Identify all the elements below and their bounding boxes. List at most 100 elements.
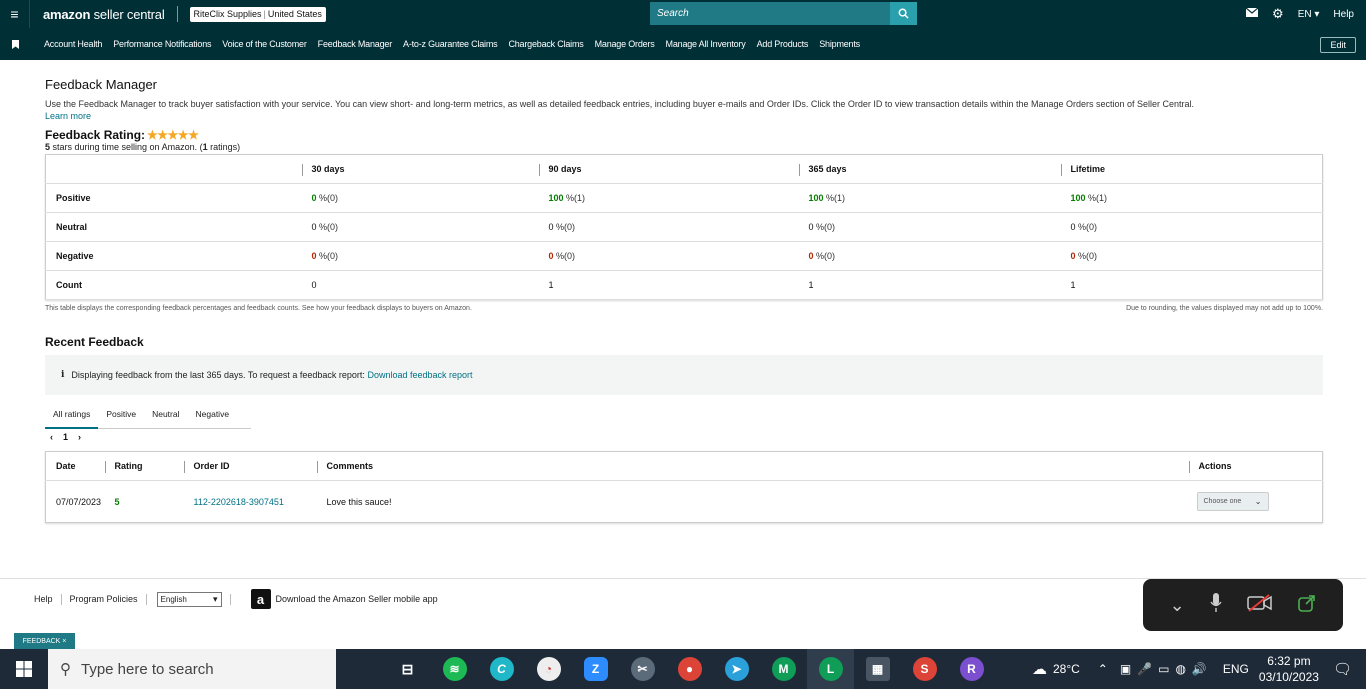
nav-performance-notifications[interactable]: Performance Notifications — [113, 39, 211, 49]
chevron-down-icon: ⌄ — [1254, 497, 1262, 506]
spotify-icon[interactable]: ≋ — [431, 649, 478, 689]
download-report-link[interactable]: Download feedback report — [367, 370, 472, 380]
taskbar-apps: ⊟ ≋ C ◔ Z ✂ ● ➤ M L ▦ S R — [384, 649, 995, 689]
tray-icons[interactable]: ▣🎤▭◍🔊 — [1120, 662, 1213, 676]
canva-icon[interactable]: C — [478, 649, 525, 689]
count-row: Count 0 1 1 1 — [45, 270, 1323, 300]
nav-manage-inventory[interactable]: Manage All Inventory — [666, 39, 746, 49]
prev-page-icon[interactable]: ‹ — [50, 432, 53, 442]
chrome-profile-s-icon[interactable]: S — [901, 649, 948, 689]
table-row: 07/07/2023 5 112-2202618-3907451 Love th… — [46, 481, 1323, 523]
col-90-days: 90 days — [538, 154, 799, 184]
help-link[interactable]: Help — [1333, 9, 1354, 20]
next-page-icon[interactable]: › — [78, 432, 81, 442]
chrome-profile-r-icon[interactable]: R — [948, 649, 995, 689]
search-input[interactable] — [650, 2, 890, 25]
star-rating-icon: ★★★★★ — [147, 128, 199, 142]
seller-central-logo[interactable]: amazon seller central — [43, 7, 165, 22]
col-date: Date — [45, 451, 105, 481]
feedback-rating-label: Feedback Rating: — [45, 128, 146, 142]
language-selector[interactable]: EN ▾ — [1298, 9, 1320, 20]
bookmark-icon[interactable] — [0, 39, 30, 49]
tab-all-ratings[interactable]: All ratings — [45, 409, 99, 429]
nav-chargeback-claims[interactable]: Chargeback Claims — [508, 39, 583, 49]
neutral-row: Neutral 0 %(0) 0 %(0) 0 %(0) 0 %(0) — [45, 212, 1323, 242]
task-view-icon[interactable]: ⊟ — [384, 649, 431, 689]
header-divider — [176, 6, 178, 22]
nav-a-to-z-claims[interactable]: A-to-z Guarantee Claims — [403, 39, 498, 49]
store-name: RiteClix Supplies — [193, 9, 262, 19]
program-policies-link[interactable]: Program Policies — [70, 594, 138, 604]
keyboard-language[interactable]: ENG — [1223, 662, 1249, 676]
taskbar-search[interactable]: ⚲ Type here to search — [48, 649, 336, 689]
positive-row: Positive 0 %(0) 100 %(1) 100 %(1) 100 %(… — [45, 183, 1323, 213]
share-icon[interactable] — [1298, 594, 1316, 617]
nav-shipments[interactable]: Shipments — [819, 39, 860, 49]
learn-more-link[interactable]: Learn more — [45, 111, 91, 121]
nav-add-products[interactable]: Add Products — [757, 39, 809, 49]
pagination: ‹ 1 › — [50, 432, 1323, 442]
rating-summary: 5 stars during time selling on Amazon. (… — [45, 142, 241, 152]
col-30-days: 30 days — [301, 154, 539, 184]
zoom-icon[interactable]: Z — [572, 649, 619, 689]
rounding-note: Due to rounding, the values displayed ma… — [1126, 305, 1323, 312]
search-bar — [650, 2, 917, 25]
collapse-icon[interactable]: ⌄ — [1170, 595, 1185, 616]
recent-feedback-title: Recent Feedback — [45, 335, 144, 349]
search-icon — [898, 8, 909, 19]
col-order-id: Order ID — [183, 451, 317, 481]
mail-icon[interactable] — [1245, 7, 1259, 20]
windows-start-icon[interactable] — [0, 661, 48, 677]
tab-positive[interactable]: Positive — [98, 409, 144, 429]
metrics-header-row: 30 days 90 days 365 days Lifetime — [45, 154, 1323, 184]
footer-help-link[interactable]: Help — [34, 594, 53, 604]
hamburger-menu-icon[interactable]: ≡ — [0, 0, 30, 28]
page-number[interactable]: 1 — [63, 432, 68, 442]
microphone-icon[interactable] — [1210, 592, 1222, 618]
order-id-link[interactable]: 112-2202618-3907451 — [184, 481, 317, 523]
temperature[interactable]: 28°C — [1053, 662, 1080, 676]
chrome-profile-m-icon[interactable]: M — [760, 649, 807, 689]
windows-taskbar: ⚲ Type here to search ⊟ ≋ C ◔ Z ✂ ● ➤ M … — [0, 649, 1366, 689]
feedback-tab[interactable]: FEEDBACK × — [14, 633, 75, 649]
edit-nav-button[interactable]: Edit — [1320, 37, 1356, 53]
nav-account-health[interactable]: Account Health — [44, 39, 102, 49]
feedback-rating-value: 5 — [114, 496, 120, 507]
calculator-icon[interactable]: ▦ — [854, 649, 901, 689]
nav-feedback-manager[interactable]: Feedback Manager — [318, 39, 393, 49]
camera-off-icon[interactable] — [1247, 593, 1273, 617]
search-icon: ⚲ — [60, 661, 71, 678]
chrome-profile-1-icon[interactable]: ● — [666, 649, 713, 689]
header-actions: ⚙ EN ▾ Help — [1245, 0, 1354, 28]
nav-voice-of-customer[interactable]: Voice of the Customer — [222, 39, 307, 49]
info-alert: i Displaying feedback from the last 365 … — [45, 355, 1323, 395]
tab-neutral[interactable]: Neutral — [144, 409, 187, 429]
mobile-app-link[interactable]: Download the Amazon Seller mobile app — [276, 594, 438, 604]
negative-row: Negative 0 %(0) 0 %(0) 0 %(0) 0 %(0) — [45, 241, 1323, 271]
main-content: Feedback Manager Use the Feedback Manage… — [45, 60, 1323, 523]
store-divider: | — [263, 9, 266, 19]
nav-manage-orders[interactable]: Manage Orders — [595, 39, 655, 49]
tab-negative[interactable]: Negative — [188, 409, 238, 429]
recent-feedback-table: Date Rating Order ID Comments Actions 07… — [45, 451, 1323, 523]
notification-icon[interactable]: 🗨 — [1333, 660, 1352, 678]
snipping-tool-icon[interactable]: ✂ — [619, 649, 666, 689]
telegram-icon[interactable]: ➤ — [713, 649, 760, 689]
clock-app-icon[interactable]: ◔ — [525, 649, 572, 689]
search-button[interactable] — [890, 2, 917, 25]
store-selector[interactable]: RiteClix Supplies | United States — [189, 6, 326, 22]
feedback-header-row: Date Rating Order ID Comments Actions — [45, 451, 1323, 481]
amazon-app-icon[interactable]: a — [250, 589, 271, 609]
chevron-up-icon[interactable]: ⌃ — [1098, 662, 1108, 676]
clock[interactable]: 6:32 pm 03/10/2023 — [1259, 653, 1319, 685]
feedback-display-link[interactable]: See how your feedback displays to buyers… — [302, 305, 472, 312]
footer-language-select[interactable]: English ▾ — [156, 591, 222, 607]
feedback-date: 07/07/2023 — [56, 496, 102, 507]
gear-icon[interactable]: ⚙ — [1272, 6, 1284, 22]
feedback-comment: Love this sauce! — [326, 496, 392, 507]
action-select[interactable]: Choose one ⌄ — [1196, 492, 1269, 511]
metrics-footnotes: This table displays the corresponding fe… — [45, 305, 1323, 312]
weather-icon[interactable]: ☁ — [1032, 660, 1047, 678]
col-rating: Rating — [104, 451, 184, 481]
chrome-profile-l-icon[interactable]: L — [807, 649, 854, 689]
